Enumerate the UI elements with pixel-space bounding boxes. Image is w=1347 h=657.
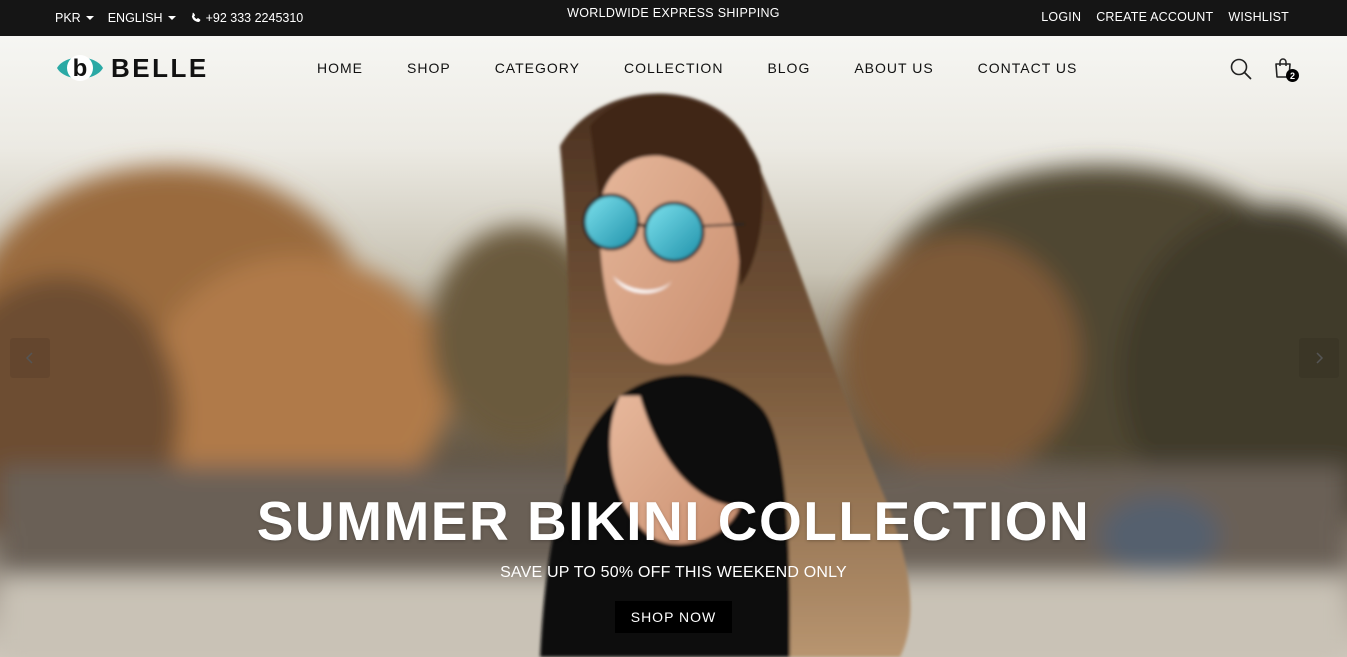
search-icon[interactable] (1229, 57, 1253, 81)
header-icons: 2 (1229, 56, 1299, 82)
main-header: b BELLE HOME SHOP CATEGORY COLLECTION BL… (0, 36, 1347, 100)
chevron-right-icon (1316, 352, 1324, 364)
cart-button[interactable]: 2 (1271, 56, 1299, 82)
nav-item-contact-us[interactable]: CONTACT US (978, 60, 1078, 76)
slide-title: SUMMER BIKINI COLLECTION (256, 490, 1091, 552)
chevron-left-icon (25, 352, 33, 364)
brand-logo[interactable]: b BELLE (55, 50, 209, 86)
cart-count-badge: 2 (1286, 69, 1299, 82)
create-account-link[interactable]: CREATE ACCOUNT (1096, 10, 1213, 24)
nav-item-collection[interactable]: COLLECTION (624, 60, 723, 76)
slide-caption: SUMMER BIKINI COLLECTION SAVE UP TO 50% … (0, 490, 1347, 633)
slider-prev-button[interactable] (10, 338, 50, 378)
nav-item-home[interactable]: HOME (317, 60, 363, 76)
main-nav: HOME SHOP CATEGORY COLLECTION BLOG ABOUT… (317, 60, 1121, 76)
logo-mark-icon: b (57, 55, 103, 82)
slider-next-button[interactable] (1299, 338, 1339, 378)
logo-text: BELLE (111, 52, 209, 83)
shop-now-button[interactable]: SHOP NOW (614, 601, 733, 633)
nav-item-shop[interactable]: SHOP (407, 60, 451, 76)
account-links: LOGIN CREATE ACCOUNT WISHLIST (1041, 0, 1289, 33)
nav-item-category[interactable]: CATEGORY (495, 60, 580, 76)
login-link[interactable]: LOGIN (1041, 10, 1081, 24)
nav-item-blog[interactable]: BLOG (767, 60, 810, 76)
top-bar: PKR ENGLISH +92 333 2245310 WORLDWIDE EX… (0, 0, 1347, 36)
slide-subtitle: SAVE UP TO 50% OFF THIS WEEKEND ONLY (500, 564, 847, 581)
svg-text:b: b (73, 55, 88, 82)
nav-item-about-us[interactable]: ABOUT US (854, 60, 933, 76)
wishlist-link[interactable]: WISHLIST (1228, 10, 1289, 24)
